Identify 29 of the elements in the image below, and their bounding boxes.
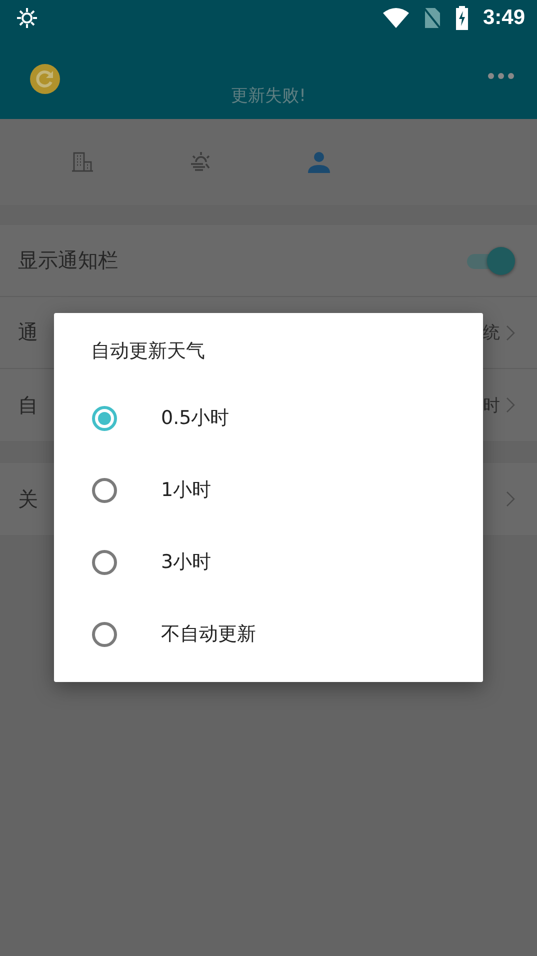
radio-button[interactable] [92, 622, 117, 646]
setting-value: 时 [483, 394, 500, 416]
setting-label: 显示通知栏 [18, 247, 118, 274]
radio-button[interactable] [92, 478, 117, 502]
wifi-icon [382, 8, 409, 28]
chevron-right-icon [506, 397, 515, 413]
battery-charging-icon [454, 6, 469, 30]
dialog-title: 自动更新天气 [90, 339, 206, 364]
clock-time: 3:49 [482, 6, 525, 30]
radio-option[interactable]: 不自动更新 [54, 598, 483, 670]
more-menu-icon[interactable] [487, 72, 515, 80]
setting-label: 自 [18, 392, 38, 418]
refresh-icon[interactable] [29, 63, 61, 95]
chevron-right-icon [506, 491, 515, 507]
person-icon [307, 150, 331, 174]
radio-option[interactable]: 1小时 [54, 454, 483, 526]
setting-label: 通 [18, 319, 38, 346]
update-status-text: 更新失败! [230, 85, 307, 107]
radio-button[interactable] [92, 550, 117, 574]
radio-button[interactable] [92, 406, 117, 430]
brightness-icon [16, 7, 38, 29]
sim-card-icon [422, 7, 441, 29]
radio-option[interactable]: 0.5小时 [54, 382, 483, 454]
chevron-right-icon [506, 324, 515, 340]
toggle-switch[interactable] [465, 246, 515, 274]
radio-option[interactable]: 3小时 [54, 526, 483, 598]
setting-value: 统 [483, 322, 500, 344]
building-icon [71, 150, 95, 174]
setting-label: 关 [18, 486, 38, 512]
